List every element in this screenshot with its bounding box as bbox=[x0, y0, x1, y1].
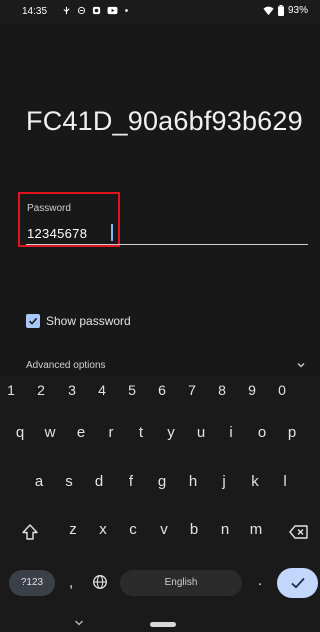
key-n[interactable]: n bbox=[213, 521, 237, 538]
key-l[interactable]: l bbox=[273, 473, 297, 490]
backspace-icon[interactable] bbox=[288, 522, 310, 542]
globe-icon[interactable] bbox=[92, 574, 108, 590]
youtube-icon bbox=[107, 6, 118, 15]
key-v[interactable]: v bbox=[152, 521, 176, 538]
check-icon bbox=[290, 577, 305, 589]
show-password-label: Show password bbox=[46, 314, 131, 328]
key-8[interactable]: 8 bbox=[210, 382, 234, 398]
wifi-icon bbox=[263, 6, 274, 15]
key-s[interactable]: s bbox=[57, 473, 81, 490]
home-gesture-pill[interactable] bbox=[150, 622, 176, 627]
network-name-title: FC41D_90a6bf93b629 bbox=[26, 106, 303, 136]
key-j[interactable]: j bbox=[212, 473, 236, 490]
key-r[interactable]: r bbox=[99, 424, 123, 441]
key-o[interactable]: o bbox=[250, 424, 274, 441]
key-k[interactable]: k bbox=[243, 473, 267, 490]
key-t[interactable]: t bbox=[129, 424, 153, 441]
key-m[interactable]: m bbox=[244, 521, 268, 538]
wifi-password-screen: 14:35 93% FC41D_90a6bf93b629 Password 12… bbox=[0, 0, 320, 632]
usb-icon bbox=[63, 6, 70, 15]
shift-icon[interactable] bbox=[20, 522, 40, 542]
key-i[interactable]: i bbox=[219, 424, 243, 441]
key-3[interactable]: 3 bbox=[60, 382, 84, 398]
space-key[interactable]: English bbox=[120, 570, 242, 596]
key-7[interactable]: 7 bbox=[180, 382, 204, 398]
key-4[interactable]: 4 bbox=[90, 382, 114, 398]
key-d[interactable]: d bbox=[87, 473, 111, 490]
status-bar: 14:35 93% bbox=[0, 0, 320, 24]
record-icon bbox=[92, 6, 101, 15]
show-password-checkbox[interactable] bbox=[26, 314, 40, 328]
key-9[interactable]: 9 bbox=[240, 382, 264, 398]
advanced-options-toggle[interactable]: Advanced options bbox=[26, 360, 106, 371]
show-password-option[interactable]: Show password bbox=[26, 314, 131, 328]
key-0[interactable]: 0 bbox=[270, 382, 294, 398]
symbols-key[interactable]: ?123 bbox=[9, 570, 55, 596]
key-g[interactable]: g bbox=[150, 473, 174, 490]
key-2[interactable]: 2 bbox=[29, 382, 53, 398]
password-input[interactable]: 12345678 bbox=[27, 226, 87, 241]
status-system-icons: 93% bbox=[263, 5, 308, 16]
key-b[interactable]: b bbox=[182, 521, 206, 538]
dot-icon bbox=[125, 9, 128, 12]
battery-percent: 93% bbox=[287, 5, 308, 16]
key-1[interactable]: 1 bbox=[0, 382, 23, 398]
key-c[interactable]: c bbox=[121, 521, 145, 538]
period-key[interactable]: . bbox=[258, 572, 262, 589]
key-w[interactable]: w bbox=[38, 424, 62, 441]
key-z[interactable]: z bbox=[61, 521, 85, 538]
text-cursor bbox=[111, 224, 113, 241]
key-x[interactable]: x bbox=[91, 521, 115, 538]
hide-keyboard-icon[interactable] bbox=[74, 619, 84, 627]
checkmark-icon bbox=[28, 317, 38, 325]
key-u[interactable]: u bbox=[189, 424, 213, 441]
key-a[interactable]: a bbox=[27, 473, 51, 490]
chevron-down-icon[interactable] bbox=[296, 360, 306, 370]
key-y[interactable]: y bbox=[159, 424, 183, 441]
key-p[interactable]: p bbox=[280, 424, 304, 441]
key-e[interactable]: e bbox=[69, 424, 93, 441]
enter-key[interactable] bbox=[277, 568, 318, 598]
key-h[interactable]: h bbox=[181, 473, 205, 490]
password-label: Password bbox=[27, 203, 71, 214]
key-q[interactable]: q bbox=[8, 424, 32, 441]
key-6[interactable]: 6 bbox=[150, 382, 174, 398]
on-screen-keyboard: 1 2 3 4 5 6 7 8 9 0 q w e r t y u i o p … bbox=[0, 376, 320, 632]
key-5[interactable]: 5 bbox=[120, 382, 144, 398]
key-f[interactable]: f bbox=[119, 473, 143, 490]
comma-key[interactable]: , bbox=[69, 574, 73, 591]
status-notification-icons bbox=[62, 6, 129, 15]
password-field-underline bbox=[26, 244, 308, 245]
vpn-icon bbox=[77, 6, 86, 15]
battery-icon bbox=[277, 5, 284, 16]
navigation-bar bbox=[0, 616, 320, 632]
status-time: 14:35 bbox=[22, 6, 48, 17]
